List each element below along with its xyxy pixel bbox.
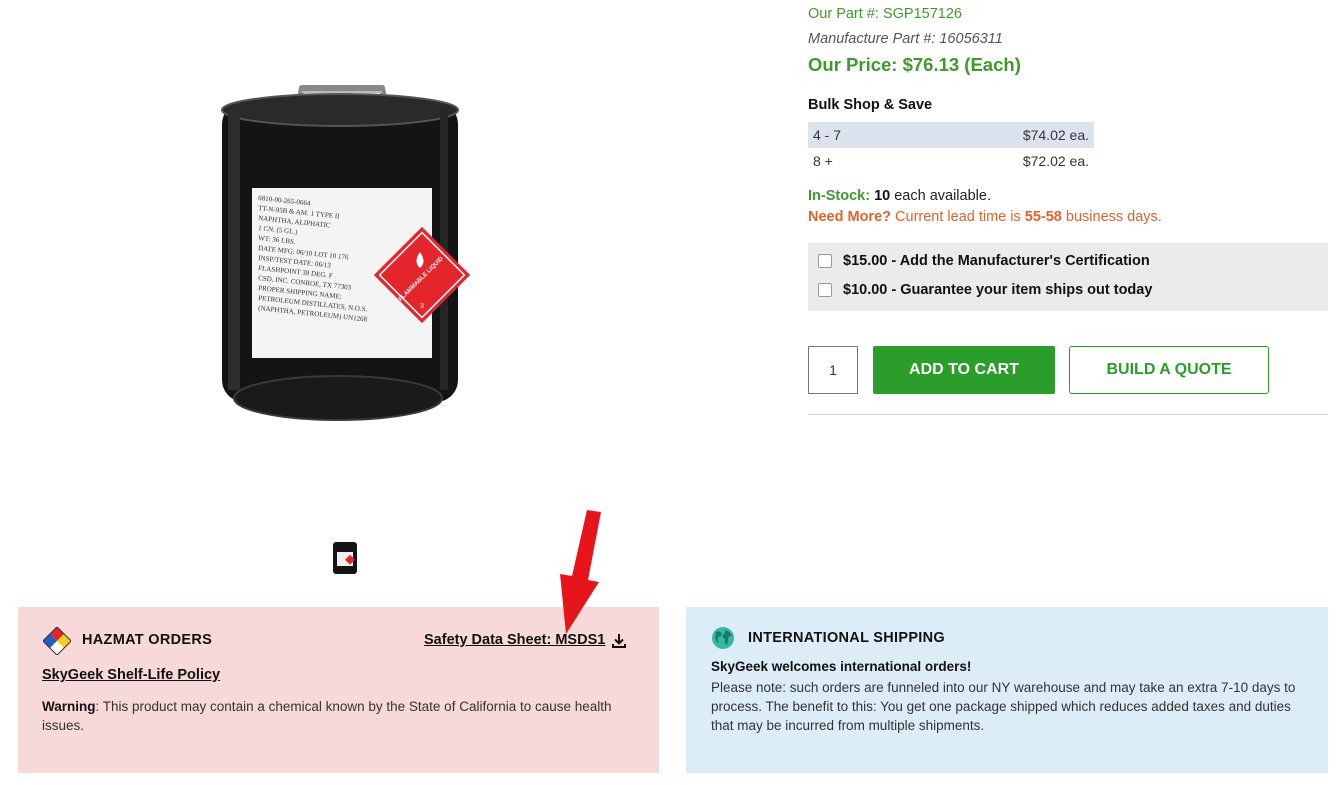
download-icon: [612, 633, 627, 648]
bulk-price-table: 4 - 7 $74.02 ea. 8 + $72.02 ea.: [808, 122, 1094, 174]
product-image: 6810-00-265-0664TT-N-95B & AM. 1 TYPE II…: [221, 85, 471, 421]
shelf-life-policy-link[interactable]: SkyGeek Shelf-Life Policy: [42, 667, 220, 683]
addon-ship-today[interactable]: $10.00 - Guarantee your item ships out t…: [818, 282, 1152, 298]
divider: [808, 414, 1328, 415]
warning-text: : This product may contain a chemical kn…: [42, 699, 612, 733]
stock-suffix: each available.: [890, 188, 991, 204]
lead-time-text: Current lead time is: [891, 209, 1025, 225]
add-to-cart-button[interactable]: ADD TO CART: [873, 346, 1055, 394]
our-part-number: Our Part #: SGP157126: [808, 6, 962, 22]
warning-label: Warning: [42, 699, 96, 714]
lead-time-suffix: business days.: [1061, 209, 1162, 225]
bulk-qty: 4 - 7: [808, 122, 904, 148]
red-arrow: [560, 510, 601, 634]
addon-certification[interactable]: $15.00 - Add the Manufacturer's Certific…: [818, 253, 1150, 269]
bulk-shop-title: Bulk Shop & Save: [808, 97, 933, 113]
manufacture-part-number: Manufacture Part #: 16056311: [808, 31, 1003, 47]
international-shipping-panel: INTERNATIONAL SHIPPING SkyGeek welcomes …: [686, 607, 1328, 773]
international-note: Please note: such orders are funneled in…: [711, 680, 1296, 733]
bulk-qty: 8 +: [813, 153, 833, 169]
need-more-label: Need More?: [808, 209, 891, 225]
addon-checkbox[interactable]: [818, 283, 832, 297]
diamond-class: 3: [420, 303, 424, 310]
california-warning: Warning: This product may contain a chem…: [42, 697, 642, 735]
addon-label: $15.00 - Add the Manufacturer's Certific…: [843, 253, 1150, 269]
addon-checkbox[interactable]: [818, 254, 832, 268]
stock-label: In-Stock:: [808, 188, 871, 204]
nfpa-diamond-icon: [43, 627, 71, 655]
bulk-row: 4 - 7 $74.02 ea.: [808, 122, 1094, 148]
bulk-row: 8 + $72.02 ea.: [808, 148, 1094, 174]
our-price: Our Price: $76.13 (Each): [808, 54, 1021, 75]
build-quote-button[interactable]: BUILD A QUOTE: [1069, 346, 1269, 394]
hazmat-title: HAZMAT ORDERS: [82, 632, 213, 648]
international-shipping-title: INTERNATIONAL SHIPPING: [748, 630, 945, 646]
stock-status: In-Stock: 10 each available.: [808, 188, 991, 204]
globe-icon: [712, 627, 734, 649]
lead-time-days: 55-58: [1024, 209, 1062, 225]
quantity-input[interactable]: [808, 346, 858, 394]
addon-options: $15.00 - Add the Manufacturer's Certific…: [808, 243, 1328, 311]
product-thumbnail[interactable]: [330, 538, 360, 578]
stock-count: 10: [874, 188, 891, 204]
international-welcome: SkyGeek welcomes international orders!: [711, 659, 972, 674]
lead-time-notice: Need More? Current lead time is 55-58 bu…: [808, 209, 1162, 225]
addon-label: $10.00 - Guarantee your item ships out t…: [843, 282, 1153, 298]
bulk-price: $74.02 ea.: [903, 122, 1094, 148]
bulk-price: $72.02 ea.: [1022, 153, 1089, 169]
